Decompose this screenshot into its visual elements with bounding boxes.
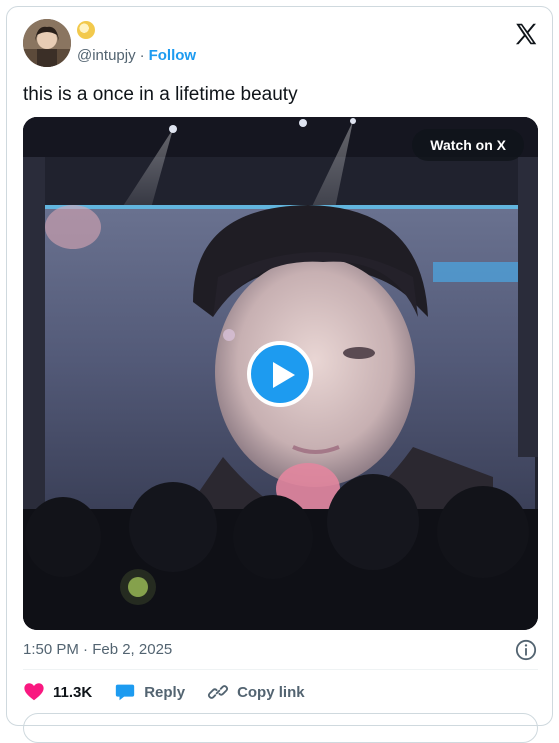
reply-bubble-icon: [116, 684, 135, 701]
author-handle[interactable]: @intupjy: [77, 47, 136, 64]
copy-link-label: Copy link: [237, 683, 305, 701]
play-button[interactable]: [247, 341, 313, 407]
heart-icon: [24, 683, 44, 701]
video-thumbnail[interactable]: Watch on X: [23, 117, 538, 630]
post-text: this is a once in a lifetime beauty: [23, 84, 298, 105]
post-actions: 11.3K Reply Copy link: [23, 681, 305, 703]
reply-button[interactable]: Reply: [114, 681, 185, 703]
separator-dot: ·: [139, 47, 145, 64]
info-icon[interactable]: [515, 639, 537, 661]
embedded-post-card: @intupjy · Follow this is a once in a li…: [6, 6, 553, 743]
author-handle-row: @intupjy · Follow: [77, 47, 196, 64]
like-button[interactable]: 11.3K: [23, 681, 92, 703]
author-avatar[interactable]: [23, 19, 71, 67]
watch-on-x-button[interactable]: Watch on X: [412, 129, 524, 161]
read-replies-button[interactable]: [23, 713, 538, 743]
copy-link-button[interactable]: Copy link: [207, 681, 305, 703]
like-count: 11.3K: [53, 683, 93, 701]
post-timestamp[interactable]: 1:50 PM · Feb 2, 2025: [23, 641, 172, 658]
link-icon: [207, 685, 229, 699]
verified-emoji-badge-icon: [77, 21, 95, 39]
play-icon: [273, 362, 295, 388]
follow-link[interactable]: Follow: [149, 47, 197, 64]
footer-divider: [23, 669, 538, 670]
x-logo-icon[interactable]: [513, 21, 539, 47]
reply-label: Reply: [144, 683, 186, 701]
